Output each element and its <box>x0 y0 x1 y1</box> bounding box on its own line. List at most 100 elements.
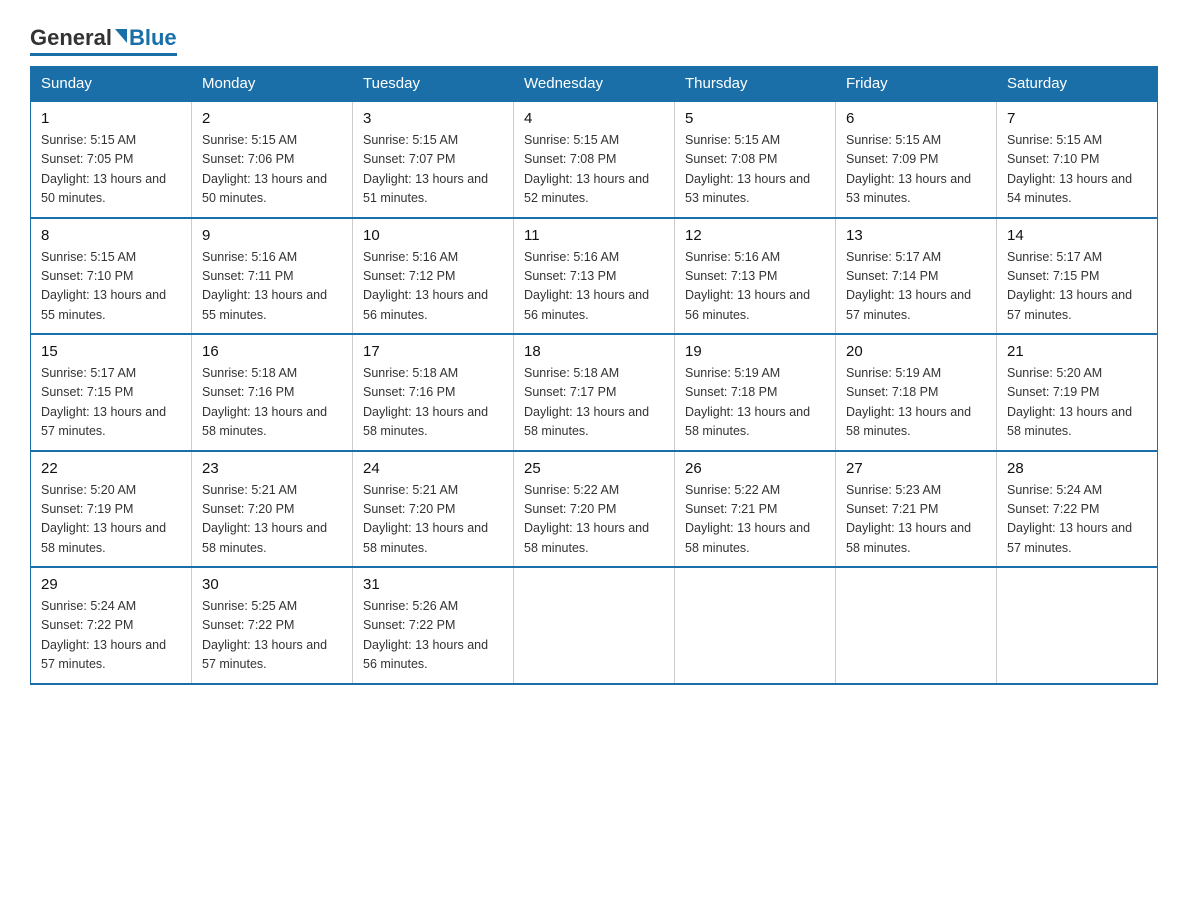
calendar-week-row: 22 Sunrise: 5:20 AMSunset: 7:19 PMDaylig… <box>31 451 1158 568</box>
day-number: 12 <box>685 227 825 244</box>
day-number: 26 <box>685 460 825 477</box>
day-info: Sunrise: 5:15 AMSunset: 7:10 PMDaylight:… <box>41 248 181 326</box>
day-info: Sunrise: 5:20 AMSunset: 7:19 PMDaylight:… <box>41 481 181 559</box>
calendar-cell: 15 Sunrise: 5:17 AMSunset: 7:15 PMDaylig… <box>31 334 192 451</box>
calendar-week-row: 15 Sunrise: 5:17 AMSunset: 7:15 PMDaylig… <box>31 334 1158 451</box>
day-info: Sunrise: 5:18 AMSunset: 7:16 PMDaylight:… <box>202 364 342 442</box>
calendar-cell: 1 Sunrise: 5:15 AMSunset: 7:05 PMDayligh… <box>31 101 192 218</box>
weekday-header-monday: Monday <box>192 67 353 102</box>
weekday-header-sunday: Sunday <box>31 67 192 102</box>
weekday-header-wednesday: Wednesday <box>514 67 675 102</box>
calendar-cell: 26 Sunrise: 5:22 AMSunset: 7:21 PMDaylig… <box>675 451 836 568</box>
day-number: 20 <box>846 343 986 360</box>
weekday-header-friday: Friday <box>836 67 997 102</box>
day-number: 22 <box>41 460 181 477</box>
day-info: Sunrise: 5:17 AMSunset: 7:15 PMDaylight:… <box>1007 248 1147 326</box>
calendar-cell: 3 Sunrise: 5:15 AMSunset: 7:07 PMDayligh… <box>353 101 514 218</box>
day-info: Sunrise: 5:15 AMSunset: 7:08 PMDaylight:… <box>524 131 664 209</box>
page-header: General Blue <box>30 20 1158 56</box>
day-number: 5 <box>685 110 825 127</box>
weekday-header-tuesday: Tuesday <box>353 67 514 102</box>
day-number: 7 <box>1007 110 1147 127</box>
day-info: Sunrise: 5:23 AMSunset: 7:21 PMDaylight:… <box>846 481 986 559</box>
calendar-cell: 13 Sunrise: 5:17 AMSunset: 7:14 PMDaylig… <box>836 218 997 335</box>
day-info: Sunrise: 5:21 AMSunset: 7:20 PMDaylight:… <box>363 481 503 559</box>
day-info: Sunrise: 5:24 AMSunset: 7:22 PMDaylight:… <box>1007 481 1147 559</box>
day-info: Sunrise: 5:18 AMSunset: 7:17 PMDaylight:… <box>524 364 664 442</box>
calendar-cell: 12 Sunrise: 5:16 AMSunset: 7:13 PMDaylig… <box>675 218 836 335</box>
calendar-cell <box>836 567 997 684</box>
calendar-cell: 21 Sunrise: 5:20 AMSunset: 7:19 PMDaylig… <box>997 334 1158 451</box>
calendar-cell: 4 Sunrise: 5:15 AMSunset: 7:08 PMDayligh… <box>514 101 675 218</box>
day-info: Sunrise: 5:16 AMSunset: 7:13 PMDaylight:… <box>685 248 825 326</box>
calendar-cell <box>997 567 1158 684</box>
day-info: Sunrise: 5:20 AMSunset: 7:19 PMDaylight:… <box>1007 364 1147 442</box>
day-info: Sunrise: 5:16 AMSunset: 7:11 PMDaylight:… <box>202 248 342 326</box>
logo-underline <box>30 53 177 56</box>
calendar-cell: 16 Sunrise: 5:18 AMSunset: 7:16 PMDaylig… <box>192 334 353 451</box>
day-info: Sunrise: 5:15 AMSunset: 7:06 PMDaylight:… <box>202 131 342 209</box>
day-number: 10 <box>363 227 503 244</box>
day-number: 23 <box>202 460 342 477</box>
calendar-cell: 7 Sunrise: 5:15 AMSunset: 7:10 PMDayligh… <box>997 101 1158 218</box>
day-info: Sunrise: 5:15 AMSunset: 7:07 PMDaylight:… <box>363 131 503 209</box>
calendar-cell: 9 Sunrise: 5:16 AMSunset: 7:11 PMDayligh… <box>192 218 353 335</box>
day-number: 2 <box>202 110 342 127</box>
day-number: 16 <box>202 343 342 360</box>
calendar-week-row: 8 Sunrise: 5:15 AMSunset: 7:10 PMDayligh… <box>31 218 1158 335</box>
day-info: Sunrise: 5:15 AMSunset: 7:10 PMDaylight:… <box>1007 131 1147 209</box>
day-number: 30 <box>202 576 342 593</box>
calendar-week-row: 29 Sunrise: 5:24 AMSunset: 7:22 PMDaylig… <box>31 567 1158 684</box>
day-number: 4 <box>524 110 664 127</box>
day-info: Sunrise: 5:17 AMSunset: 7:14 PMDaylight:… <box>846 248 986 326</box>
day-number: 11 <box>524 227 664 244</box>
day-info: Sunrise: 5:25 AMSunset: 7:22 PMDaylight:… <box>202 597 342 675</box>
weekday-header-row: SundayMondayTuesdayWednesdayThursdayFrid… <box>31 67 1158 102</box>
calendar-cell: 17 Sunrise: 5:18 AMSunset: 7:16 PMDaylig… <box>353 334 514 451</box>
day-number: 21 <box>1007 343 1147 360</box>
day-number: 9 <box>202 227 342 244</box>
day-info: Sunrise: 5:19 AMSunset: 7:18 PMDaylight:… <box>846 364 986 442</box>
day-info: Sunrise: 5:24 AMSunset: 7:22 PMDaylight:… <box>41 597 181 675</box>
day-number: 25 <box>524 460 664 477</box>
day-info: Sunrise: 5:21 AMSunset: 7:20 PMDaylight:… <box>202 481 342 559</box>
calendar-cell: 18 Sunrise: 5:18 AMSunset: 7:17 PMDaylig… <box>514 334 675 451</box>
day-number: 1 <box>41 110 181 127</box>
day-number: 18 <box>524 343 664 360</box>
calendar-cell: 2 Sunrise: 5:15 AMSunset: 7:06 PMDayligh… <box>192 101 353 218</box>
day-info: Sunrise: 5:16 AMSunset: 7:12 PMDaylight:… <box>363 248 503 326</box>
logo-general-text: General <box>30 25 112 51</box>
day-info: Sunrise: 5:15 AMSunset: 7:08 PMDaylight:… <box>685 131 825 209</box>
day-info: Sunrise: 5:17 AMSunset: 7:15 PMDaylight:… <box>41 364 181 442</box>
calendar-cell: 20 Sunrise: 5:19 AMSunset: 7:18 PMDaylig… <box>836 334 997 451</box>
logo-blue-text: Blue <box>129 25 177 51</box>
day-number: 19 <box>685 343 825 360</box>
calendar-cell: 10 Sunrise: 5:16 AMSunset: 7:12 PMDaylig… <box>353 218 514 335</box>
calendar-cell <box>514 567 675 684</box>
day-number: 3 <box>363 110 503 127</box>
calendar-cell: 24 Sunrise: 5:21 AMSunset: 7:20 PMDaylig… <box>353 451 514 568</box>
calendar-cell: 8 Sunrise: 5:15 AMSunset: 7:10 PMDayligh… <box>31 218 192 335</box>
calendar-cell: 23 Sunrise: 5:21 AMSunset: 7:20 PMDaylig… <box>192 451 353 568</box>
day-number: 17 <box>363 343 503 360</box>
day-number: 31 <box>363 576 503 593</box>
calendar-cell <box>675 567 836 684</box>
calendar-cell: 22 Sunrise: 5:20 AMSunset: 7:19 PMDaylig… <box>31 451 192 568</box>
weekday-header-thursday: Thursday <box>675 67 836 102</box>
weekday-header-saturday: Saturday <box>997 67 1158 102</box>
calendar-cell: 25 Sunrise: 5:22 AMSunset: 7:20 PMDaylig… <box>514 451 675 568</box>
calendar-cell: 6 Sunrise: 5:15 AMSunset: 7:09 PMDayligh… <box>836 101 997 218</box>
day-info: Sunrise: 5:26 AMSunset: 7:22 PMDaylight:… <box>363 597 503 675</box>
logo-arrow-icon <box>115 29 127 43</box>
day-number: 8 <box>41 227 181 244</box>
day-info: Sunrise: 5:16 AMSunset: 7:13 PMDaylight:… <box>524 248 664 326</box>
calendar-cell: 31 Sunrise: 5:26 AMSunset: 7:22 PMDaylig… <box>353 567 514 684</box>
day-number: 29 <box>41 576 181 593</box>
calendar-cell: 28 Sunrise: 5:24 AMSunset: 7:22 PMDaylig… <box>997 451 1158 568</box>
day-info: Sunrise: 5:15 AMSunset: 7:05 PMDaylight:… <box>41 131 181 209</box>
day-number: 27 <box>846 460 986 477</box>
day-number: 14 <box>1007 227 1147 244</box>
day-info: Sunrise: 5:15 AMSunset: 7:09 PMDaylight:… <box>846 131 986 209</box>
day-number: 13 <box>846 227 986 244</box>
calendar-cell: 19 Sunrise: 5:19 AMSunset: 7:18 PMDaylig… <box>675 334 836 451</box>
